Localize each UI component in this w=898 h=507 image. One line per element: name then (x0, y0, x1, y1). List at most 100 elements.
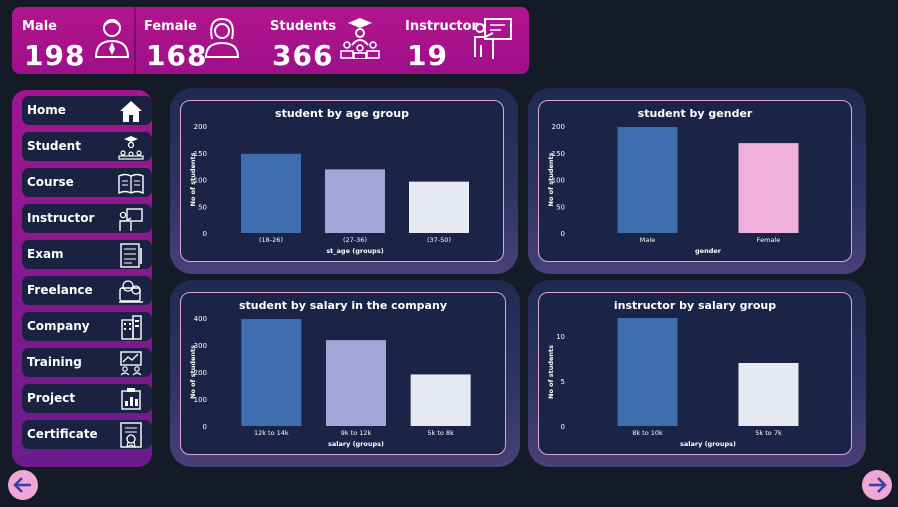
kpi-instructor-label: Instructor (405, 19, 478, 34)
y-tick-label: 5 (561, 378, 565, 386)
bar-8k-to-10k (617, 318, 678, 426)
y-tick-label: 0 (203, 423, 207, 431)
kpi-students-label: Students (270, 19, 337, 34)
sidebar-item-instructor[interactable]: Instructor (22, 204, 152, 233)
x-tick-label: 9k to 12k (341, 429, 372, 437)
kpi-female: Female 168 (144, 7, 264, 74)
x-tick-label: (37-50) (427, 236, 451, 244)
chart-svg: 0 5 10No of students 8k to 10k 5k to 7k salar… (547, 318, 799, 448)
y-tick-label: 0 (561, 423, 565, 431)
arrow-right-icon (869, 477, 887, 493)
bar-5k-to-8k (410, 374, 471, 426)
x-tick-label: Male (640, 236, 655, 244)
y-tick-label: 200 (552, 123, 565, 131)
sidebar-item-label: Freelance (27, 283, 93, 297)
bar-12k-to-14k (241, 319, 302, 426)
sidebar-item-training[interactable]: Training (22, 348, 152, 377)
x-tick-label: (18-26) (259, 236, 283, 244)
kpi-female-label: Female (144, 19, 197, 34)
training-icon (120, 351, 142, 376)
sidebar-item-label: Certificate (27, 427, 98, 441)
sidebar-item-course[interactable]: Course (22, 168, 152, 197)
kpi-divider (134, 7, 136, 74)
forward-button[interactable] (862, 470, 892, 500)
book-icon (118, 173, 144, 195)
project-icon (121, 388, 141, 410)
sidebar-item-certificate[interactable]: Certificate (22, 420, 152, 449)
x-axis-label: gender (695, 247, 722, 255)
y-tick-label: 0 (561, 230, 565, 238)
male-user-icon (94, 19, 130, 58)
kpi-banner: Male 198 Female 168 Students 366 Instruc… (12, 7, 529, 74)
chart-svg: 050100150200No of studentsMale Femalegend… (547, 123, 799, 255)
x-tick-label: 5k to 8k (427, 429, 454, 437)
home-icon (120, 101, 142, 122)
panel-age-group: student by age group 0 50 100 150 200 No of s… (170, 88, 518, 274)
chart-card-gender: student by gender 0 50 100 150 200 No of stud… (538, 100, 852, 262)
kpi-male-label: Male (22, 19, 57, 34)
instructor-icon (119, 208, 143, 231)
arrow-left-icon (13, 477, 31, 493)
bar--37-50- (409, 181, 469, 233)
sidebar-item-student[interactable]: Student (22, 132, 152, 161)
chart-svg: 0100200300400No of students12k to 14k 9k … (189, 315, 471, 448)
certificate-icon (120, 422, 142, 448)
chart-card-age-group: student by age group 0 50 100 150 200 No of s… (180, 100, 504, 262)
bar-female (738, 143, 799, 233)
sidebar-nav: Home Student Course Instructor Exam Free… (12, 90, 152, 467)
sidebar-item-freelance[interactable]: Freelance (22, 276, 152, 305)
student-icon (118, 136, 144, 160)
y-axis-label: No of students (547, 152, 555, 206)
sidebar-item-label: Home (27, 103, 66, 117)
building-icon (121, 315, 142, 340)
bar-male (617, 127, 678, 233)
chart-card-salary-company: student by salary in the company 0 100 200… (180, 292, 506, 455)
sidebar-item-label: Project (27, 391, 76, 405)
y-axis-label: No of students (189, 345, 197, 399)
sidebar-item-project[interactable]: Project (22, 384, 152, 413)
y-tick-label: 200 (194, 123, 207, 131)
x-tick-label: 5k to 7k (755, 429, 782, 437)
x-tick-label: (27-36) (343, 236, 367, 244)
y-tick-label: 50 (198, 203, 207, 211)
panel-gender: student by gender 0 50 100 150 200 No of stud… (528, 88, 866, 274)
sidebar-item-exam[interactable]: Exam (22, 240, 152, 269)
sidebar-item-label: Course (27, 175, 74, 189)
kpi-male: Male 198 (22, 7, 142, 74)
sidebar-item-label: Student (27, 139, 81, 153)
panel-instructor-salary: instructor by salary group 0 5 10 No of stu… (528, 280, 866, 467)
bar-5k-to-7k (738, 363, 799, 426)
y-tick-label: 10 (556, 333, 565, 341)
x-tick-label: Female (757, 236, 781, 244)
kpi-instructor-value: 19 (407, 39, 448, 72)
x-tick-label: 12k to 14k (254, 429, 289, 437)
x-axis-label: salary (groups) (680, 440, 736, 448)
sidebar-item-label: Exam (27, 247, 64, 261)
bar--18-26- (241, 153, 301, 233)
kpi-students-value: 366 (272, 39, 334, 72)
panel-salary-company: student by salary in the company 0 100 200… (170, 280, 520, 467)
y-tick-label: 50 (556, 203, 565, 211)
sidebar-item-label: Company (27, 319, 90, 333)
chart-card-instructor-salary: instructor by salary group 0 5 10 No of stu… (538, 292, 852, 455)
y-axis-label: No of students (189, 152, 197, 206)
y-tick-label: 400 (194, 315, 207, 323)
sidebar-item-label: Training (27, 355, 82, 369)
freelance-icon (119, 280, 143, 303)
female-user-icon (204, 17, 240, 58)
x-tick-label: 8k to 10k (632, 429, 663, 437)
chart-svg: 050100150200No of students(18-26) (27-36)… (189, 123, 469, 255)
exam-icon (120, 243, 142, 268)
kpi-female-value: 168 (146, 39, 208, 72)
sidebar-item-company[interactable]: Company (22, 312, 152, 341)
kpi-instructor: Instructor 19 (405, 7, 525, 74)
sidebar-item-home[interactable]: Home (22, 96, 152, 125)
y-tick-label: 0 (203, 230, 207, 238)
x-axis-label: st_age (groups) (326, 247, 383, 255)
bar--27-36- (325, 169, 385, 233)
kpi-male-value: 198 (24, 39, 86, 72)
back-button[interactable] (8, 470, 38, 500)
instructor-board-icon (474, 18, 512, 59)
kpi-students: Students 366 (270, 7, 400, 74)
sidebar-item-label: Instructor (27, 211, 95, 225)
